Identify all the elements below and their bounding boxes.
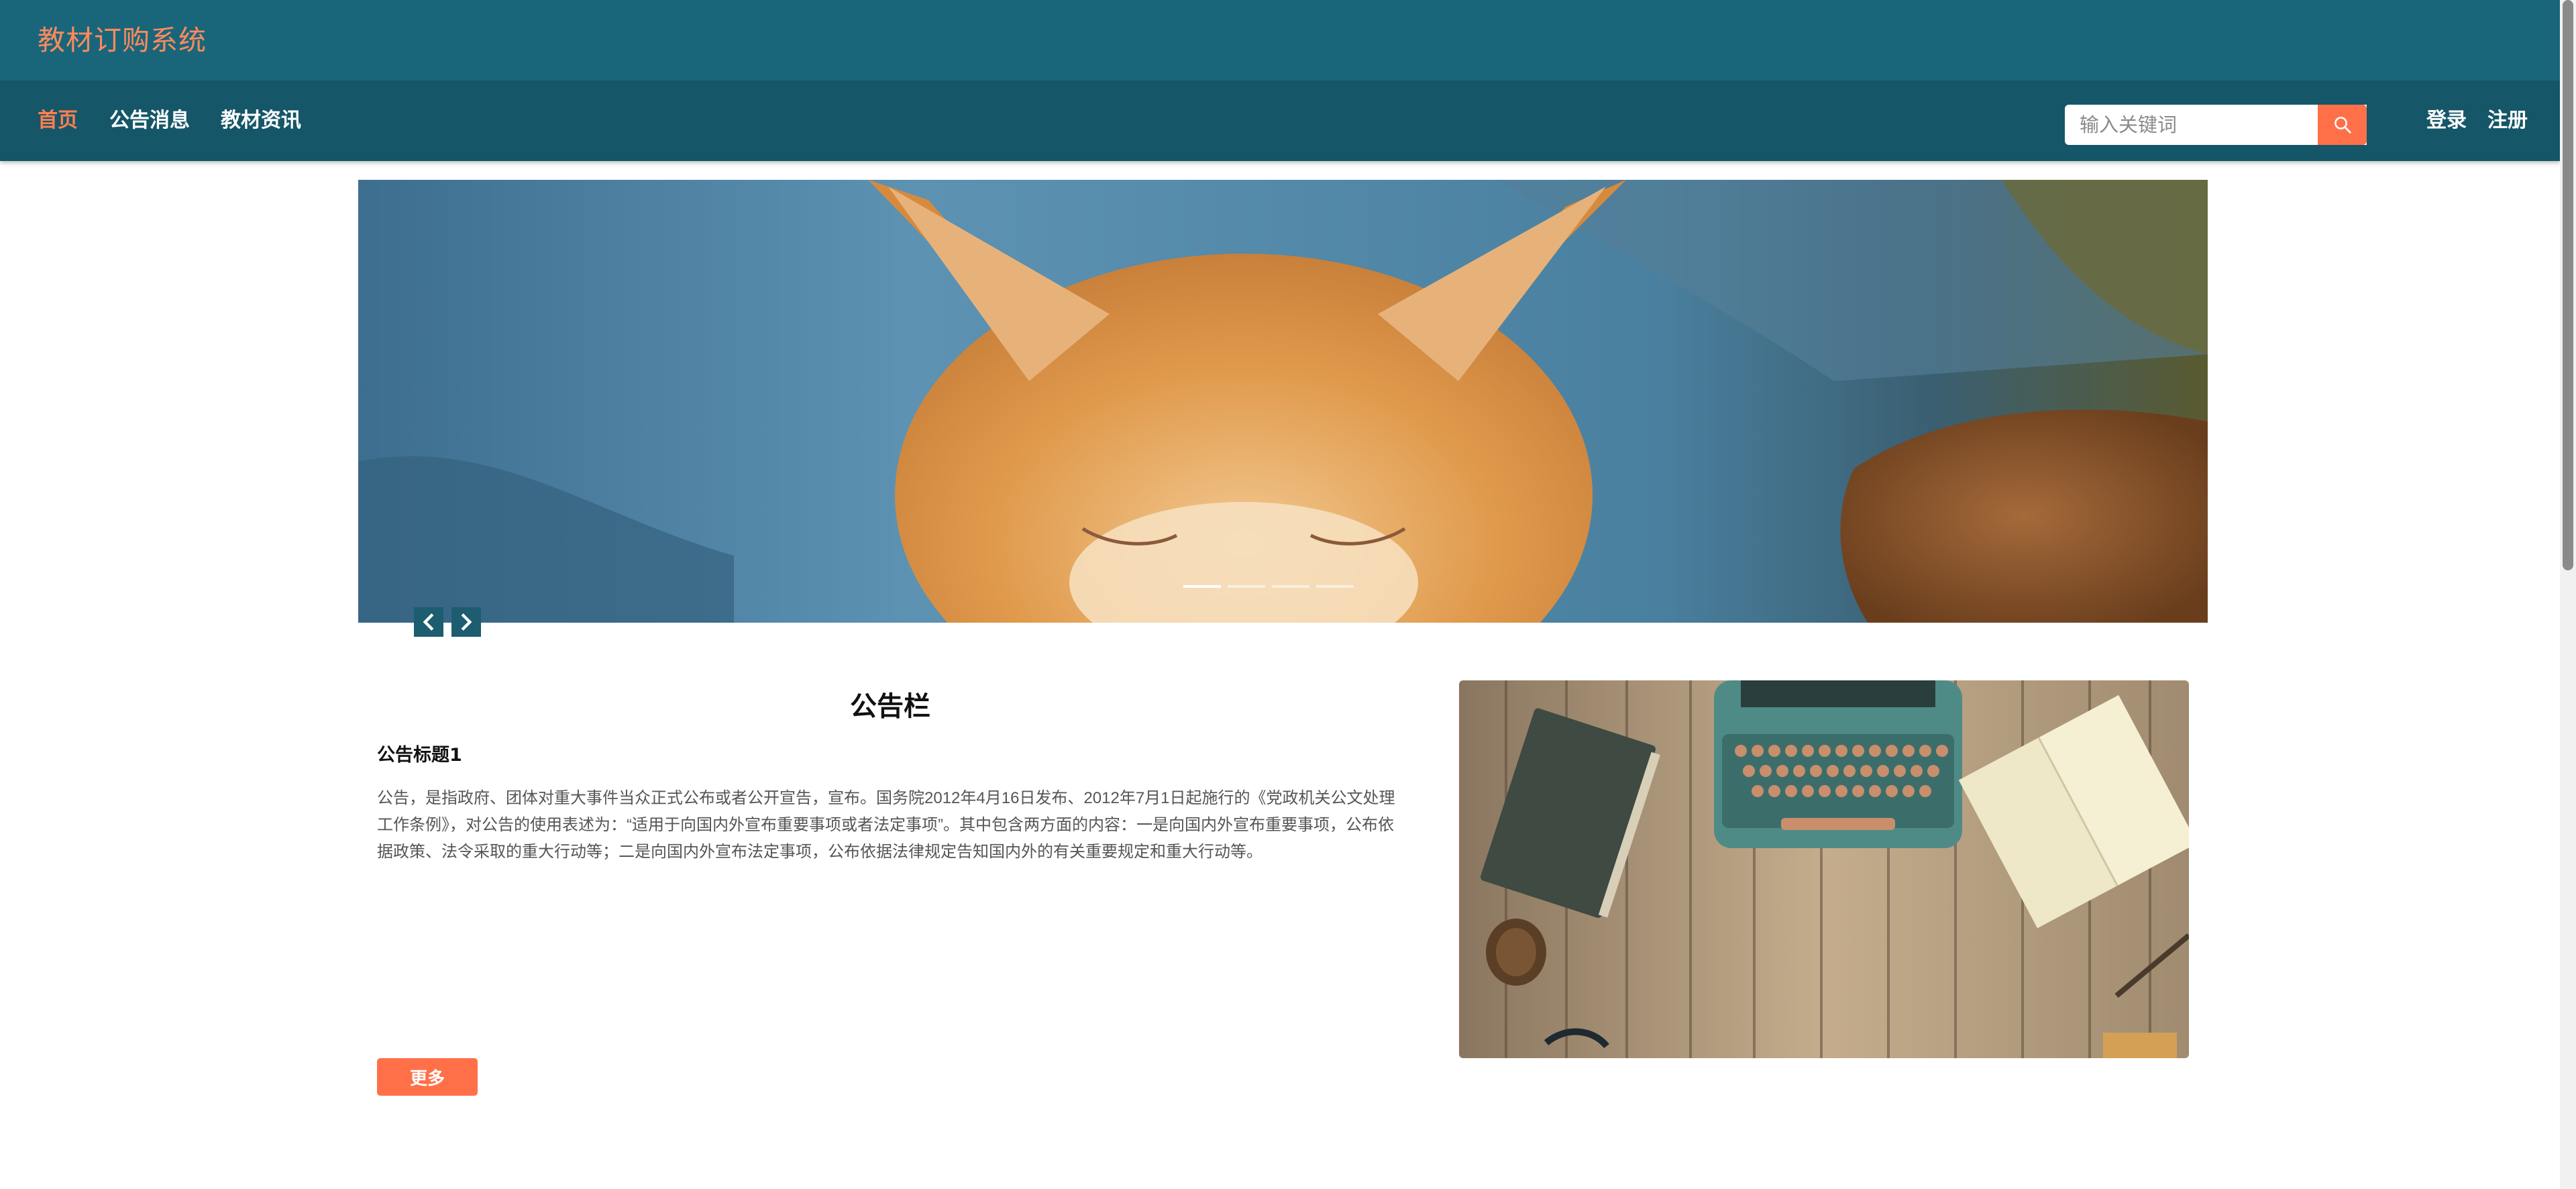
carousel-prev-button[interactable] [414,607,443,637]
nav-item-notices[interactable]: 公告消息 [109,105,190,137]
carousel-next-button[interactable] [451,607,481,637]
banner-image [358,180,2208,623]
carousel-indicators [1183,585,1354,588]
nav-bar: 首页 公告消息 教材资讯 登录 注册 [0,81,2560,161]
notice-board-heading: 公告栏 [850,691,930,722]
page-scrollbar[interactable] [2560,0,2576,1189]
search-button[interactable] [2318,105,2367,145]
nav-item-home[interactable]: 首页 [38,105,78,137]
nav-item-textbook-news[interactable]: 教材资讯 [221,105,301,137]
carousel-dot[interactable] [1183,585,1221,588]
carousel-dot[interactable] [1228,585,1265,588]
site-title[interactable]: 教材订购系统 [38,20,207,60]
notice-image [1459,680,2189,1058]
register-link[interactable]: 注册 [2487,105,2528,137]
notice-title[interactable]: 公告标题1 [377,740,462,766]
carousel-dot[interactable] [1272,585,1309,588]
scrollbar-thumb[interactable] [2563,0,2573,570]
more-button[interactable]: 更多 [377,1058,478,1096]
banner-carousel[interactable] [358,180,2208,623]
login-link[interactable]: 登录 [2426,105,2467,137]
carousel-dot[interactable] [1316,585,1354,588]
header-bar: 教材订购系统 [0,0,2560,81]
search-icon [2334,117,2351,134]
chevron-left-icon [423,613,434,631]
notice-body-text: 公告，是指政府、团体对重大事件当众正式公布或者公开宣告，宣布。国务院2012年4… [377,789,1395,861]
chevron-right-icon [461,613,472,631]
